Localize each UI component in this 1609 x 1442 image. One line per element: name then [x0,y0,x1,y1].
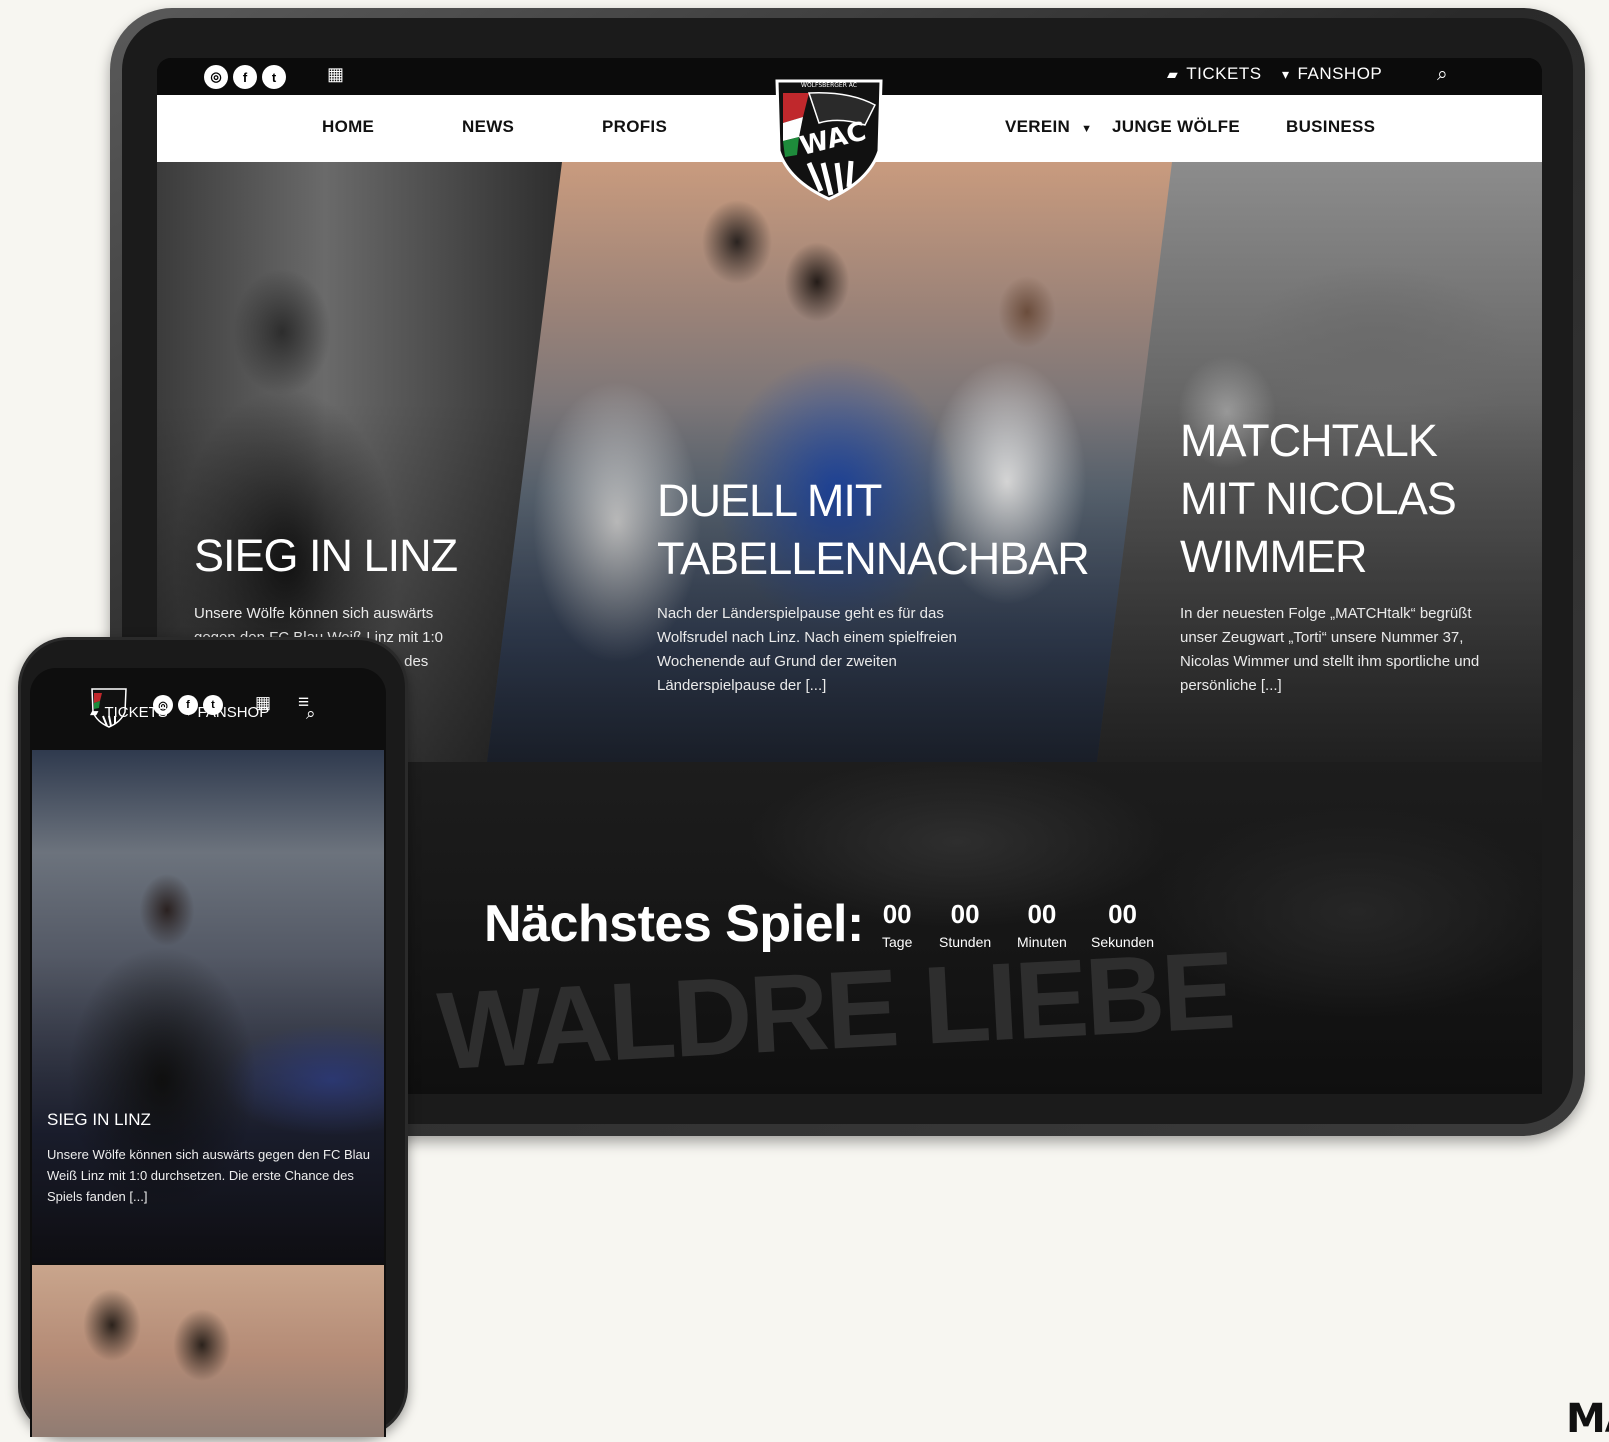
brand-mark: MA [1566,1396,1609,1442]
fanshop-label: FANSHOP [1297,64,1383,83]
logo-top-text: WOLFSBERGER AC [801,82,857,89]
nav-item-junge-woelfe[interactable]: JUNGE WÖLFE [1112,117,1240,137]
hero-title-1: SIEG IN LINZ [194,530,458,581]
nav-item-verein[interactable]: VEREIN ▼ [1005,117,1092,137]
phone-hero-card-2[interactable] [32,1265,384,1437]
countdown-label: Sekunden [1091,934,1155,950]
countdown-minutes: 00 Minuten [1017,899,1067,950]
tickets-label: TICKETS [1186,64,1262,83]
countdown-value: 00 [1108,899,1137,929]
countdown-label: Minuten [1017,934,1067,950]
countdown-label: Tage [882,934,913,950]
countdown-seconds: 00 Sekunden [1091,899,1154,950]
calendar-icon[interactable]: ▦ [327,64,347,86]
nav-item-home[interactable]: HOME [322,117,374,137]
countdown-value: 00 [950,899,980,929]
hero-text-2: Nach der Länderspielpause geht es für da… [657,605,957,694]
hero-title-2: DUELL MIT TABELLENNACHBAR [657,475,1090,584]
countdown-hours: 00 Stunden [939,899,991,950]
countdown-value: 00 [882,899,912,929]
facebook-icon[interactable]: f [233,65,257,89]
tickets-link[interactable]: ▰ TICKETS [1167,64,1262,84]
ticket-icon: ▰ [90,707,99,719]
phone-tickets-link[interactable]: ▰ TICKETS [90,704,168,721]
cart-icon: ▾ [186,707,192,719]
phone-fanshop-label: FANSHOP [197,704,270,721]
chevron-down-icon: ▼ [1081,123,1093,135]
phone-hero-card[interactable]: SIEG IN LINZ Unsere Wölfe können sich au… [32,750,384,1263]
nav-item-verein-label: VEREIN [1005,117,1071,136]
phone-screen: ◎ f t ▦ ≡ ▰ TICKETS ▾ FANSHOP ⌕ SIEG IN … [30,668,386,1437]
countdown-title: Nächstes Spiel: [484,895,864,953]
hero-panel-3[interactable]: MATCHTALK MIT NICOLAS WIMMER In der neue… [1097,162,1542,762]
hero-title-3: MATCHTALK MIT NICOLAS WIMMER [1180,415,1457,582]
nav-item-business[interactable]: BUSINESS [1286,117,1375,137]
ticket-icon: ▰ [1167,65,1179,82]
phone-fanshop-link[interactable]: ▾ FANSHOP [186,704,269,721]
search-icon[interactable]: ⌕ [1437,64,1448,86]
twitter-icon[interactable]: t [262,65,286,89]
phone-hero-title: SIEG IN LINZ [47,1110,151,1129]
phone-tickets-label: TICKETS [104,704,168,721]
cart-icon: ▾ [1282,65,1290,82]
hero-text-3: In der neuesten Folge „MATCHtalk“ begrüß… [1180,605,1480,694]
hero-panel-2[interactable]: DUELL MIT TABELLENNACHBAR Nach der Lände… [487,162,1177,762]
countdown-label: Stunden [939,934,992,950]
phone-hero-text: Unsere Wölfe können sich auswärts gegen … [47,1147,371,1204]
wac-logo[interactable]: WOLFSBERGER AC WAC [769,71,889,201]
countdown-days: 00 Tage [882,899,912,950]
instagram-icon[interactable]: ◎ [204,65,228,89]
search-icon[interactable]: ⌕ [306,704,316,724]
nav-item-profis[interactable]: PROFIS [602,117,667,137]
countdown-value: 00 [1027,899,1057,929]
nav-item-news[interactable]: NEWS [462,117,514,137]
fanshop-link[interactable]: ▾ FANSHOP [1282,64,1382,84]
